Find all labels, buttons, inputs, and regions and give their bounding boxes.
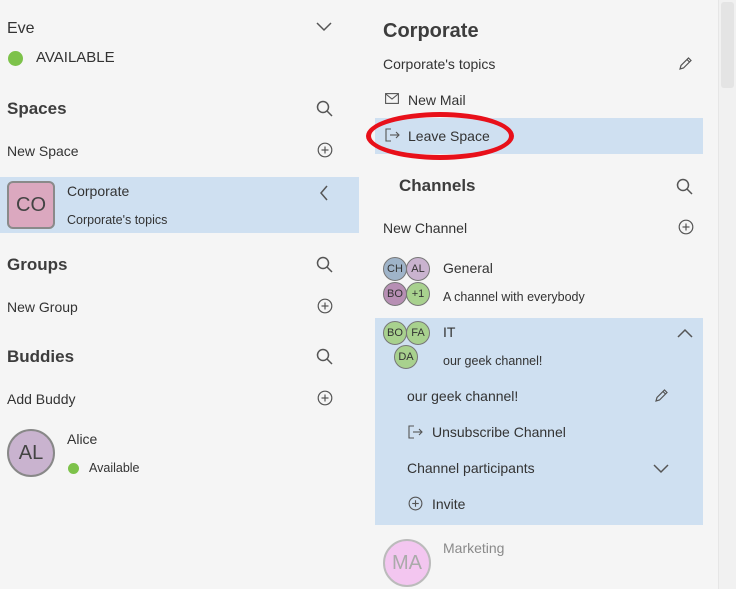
leave-space-action[interactable]: Leave Space: [375, 118, 703, 154]
add-circle-icon[interactable]: [317, 390, 333, 406]
add-circle-icon[interactable]: [678, 219, 694, 235]
avatar: +1: [406, 282, 430, 306]
buddy-status: Available: [89, 461, 140, 475]
spaces-heading: Spaces: [7, 99, 67, 118]
pencil-icon[interactable]: [654, 388, 669, 403]
avatar: BO: [383, 321, 407, 345]
add-circle-icon: [408, 496, 423, 511]
space-item-corporate[interactable]: CO Corporate Corporate's topics: [0, 177, 359, 233]
unsubscribe-channel-action[interactable]: Unsubscribe Channel: [375, 416, 703, 448]
new-channel-label[interactable]: New Channel: [383, 220, 467, 236]
channel-topic: our geek channel!: [407, 388, 519, 404]
channel-participants-toggle[interactable]: Channel participants: [375, 452, 703, 484]
new-mail-label: New Mail: [408, 92, 466, 108]
channel-name: IT: [443, 324, 456, 340]
chevron-down-icon: [653, 464, 669, 474]
groups-heading: Groups: [7, 255, 68, 274]
space-detail-panel: Corporate Corporate's topics New Mail Le…: [359, 0, 718, 589]
add-buddy-label[interactable]: Add Buddy: [7, 391, 76, 407]
channel-item-it[interactable]: BO FA DA IT our geek channel! our geek c…: [375, 318, 703, 525]
status-dot: [68, 463, 79, 474]
avatar: BO: [383, 282, 407, 306]
status-dot: [8, 51, 23, 66]
channel-item-marketing[interactable]: MA Marketing: [375, 534, 719, 589]
channels-heading: Channels: [399, 176, 476, 195]
search-icon[interactable]: [316, 256, 333, 273]
exit-icon: [408, 425, 423, 439]
space-topic: Corporate's topics: [383, 56, 496, 72]
invite-action[interactable]: Invite: [375, 488, 703, 520]
mail-icon: [385, 93, 399, 104]
new-space-label[interactable]: New Space: [7, 143, 79, 159]
user-status[interactable]: AVAILABLE: [36, 49, 115, 66]
channel-name: Marketing: [443, 540, 505, 556]
space-subtitle: Corporate's topics: [67, 213, 168, 227]
user-name: Eve: [7, 20, 35, 37]
avatar: AL: [7, 429, 55, 477]
channel-item-general[interactable]: CH AL BO +1 General A channel with every…: [375, 252, 719, 314]
leave-space-label: Leave Space: [408, 128, 490, 144]
channel-subtitle: our geek channel!: [443, 354, 543, 368]
scrollbar[interactable]: [718, 0, 736, 589]
avatar: MA: [383, 539, 431, 587]
avatar: AL: [406, 257, 430, 281]
buddy-item-alice[interactable]: AL Alice Available: [0, 424, 359, 484]
new-mail-action[interactable]: New Mail: [375, 84, 719, 116]
page-title: Corporate: [383, 20, 479, 42]
participants-label: Channel participants: [407, 460, 535, 476]
left-panel: Eve AVAILABLE Spaces New Space CO Corpor…: [0, 0, 359, 589]
search-icon[interactable]: [676, 178, 693, 195]
add-circle-icon[interactable]: [317, 298, 333, 314]
buddy-name: Alice: [67, 431, 98, 447]
buddies-heading: Buddies: [7, 347, 75, 366]
space-name: Corporate: [67, 183, 130, 199]
space-avatar: CO: [7, 181, 55, 229]
new-group-label[interactable]: New Group: [7, 299, 78, 315]
chevron-left-icon[interactable]: [319, 185, 329, 201]
exit-icon: [385, 128, 400, 142]
search-icon[interactable]: [316, 348, 333, 365]
channel-name: General: [443, 260, 493, 276]
add-circle-icon[interactable]: [317, 142, 333, 158]
invite-label: Invite: [432, 496, 466, 512]
search-icon[interactable]: [316, 100, 333, 117]
channel-subtitle: A channel with everybody: [443, 290, 585, 304]
scrollbar-thumb[interactable]: [721, 2, 734, 88]
avatar: DA: [394, 345, 418, 369]
avatar: CH: [383, 257, 407, 281]
chevron-up-icon[interactable]: [677, 328, 693, 338]
unsubscribe-label: Unsubscribe Channel: [432, 424, 566, 440]
pencil-icon[interactable]: [678, 56, 693, 71]
avatar: FA: [406, 321, 430, 345]
chevron-down-icon[interactable]: [316, 22, 332, 32]
